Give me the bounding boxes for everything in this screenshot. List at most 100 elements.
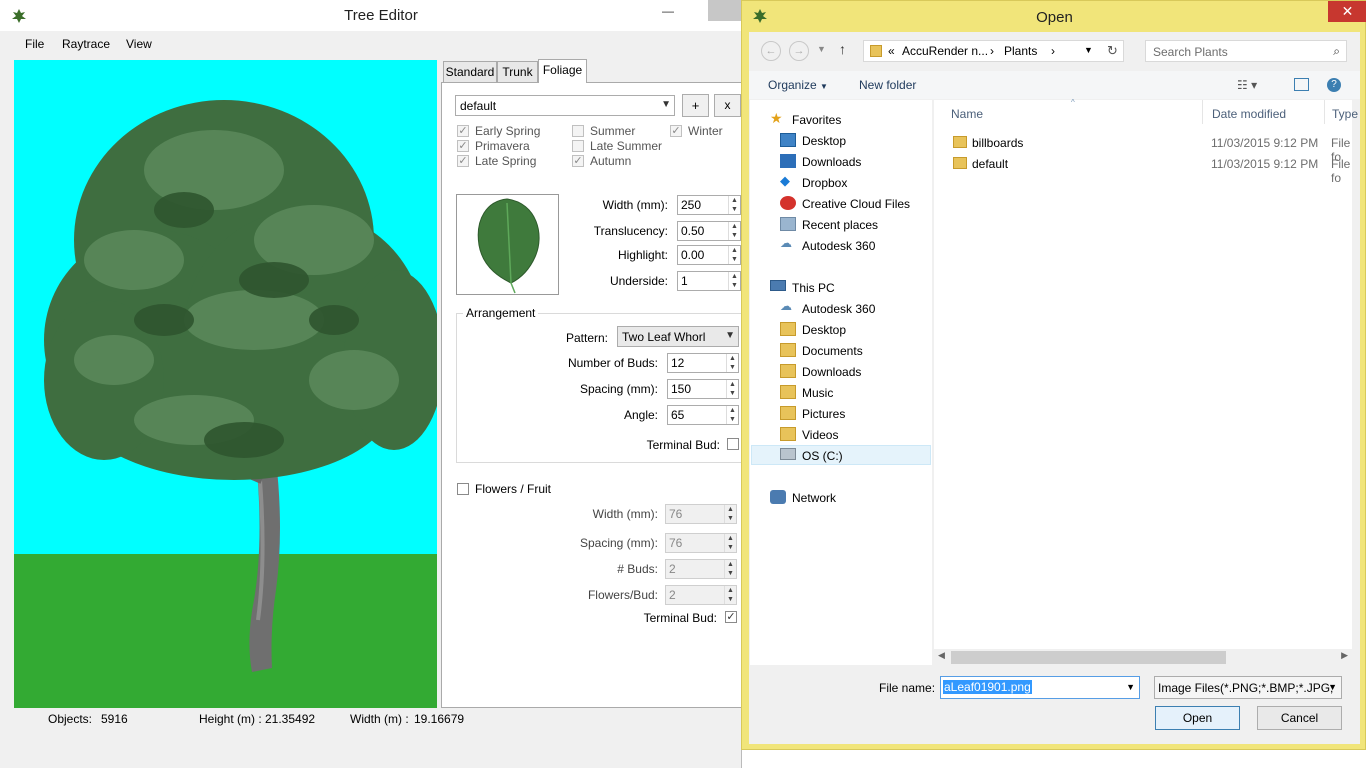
tab-standard[interactable]: Standard [443,61,497,82]
horizontal-scrollbar[interactable]: ◀ ▶ [934,649,1352,666]
tree-preview-viewport[interactable] [14,60,437,708]
buds-stepper[interactable]: 12 ▲ ▼ [667,353,739,373]
file-row[interactable]: default 11/03/2015 9:12 PM File fo [934,154,1352,185]
forward-arrow-icon[interactable]: → [789,41,809,61]
organize-button[interactable]: Organize ▼ [768,78,828,92]
nav-item-downloads-pc[interactable]: Downloads [780,362,930,382]
flower-buds-stepper[interactable]: 2 ▲ ▼ [665,559,737,579]
nav-item-creative-cloud[interactable]: Creative Cloud Files [780,194,930,214]
nav-item-dropbox[interactable]: ◆ Dropbox [780,173,930,193]
nav-item-autodesk-360-pc[interactable]: ☁ Autodesk 360 [780,299,930,319]
breadcrumb-segment[interactable]: Plants [1004,44,1037,58]
tab-trunk[interactable]: Trunk [497,61,538,82]
remove-preset-button[interactable]: x [714,94,741,117]
nav-item-pictures[interactable]: Pictures [780,404,930,424]
pattern-select[interactable]: Two Leaf Whorl ▼ [617,326,739,347]
nav-item-desktop[interactable]: Desktop [780,131,930,151]
season-autumn-checkbox[interactable]: ✓ [572,155,584,167]
add-preset-button[interactable]: + [682,94,709,117]
flower-width-stepper[interactable]: 76 ▲ ▼ [665,504,737,524]
spinner-arrows-icon[interactable]: ▲ ▼ [728,272,740,290]
file-name-field[interactable]: aLeaf01901.png ▼ [940,676,1140,699]
nav-label: Music [802,386,834,400]
column-header-name[interactable]: Name [951,107,983,121]
season-winter-checkbox[interactable]: ✓ [670,125,682,137]
open-button[interactable]: Open [1155,706,1240,730]
nav-this-pc[interactable]: This PC [770,278,930,298]
spacing-stepper[interactable]: 150 ▲ ▼ [667,379,739,399]
highlight-stepper[interactable]: 0.00 ▲ ▼ [677,245,741,265]
file-row[interactable]: billboards 11/03/2015 9:12 PM File fo [934,133,1352,164]
cancel-button[interactable]: Cancel [1257,706,1342,730]
season-early-spring-checkbox[interactable]: ✓ [457,125,469,137]
spinner-arrows-icon[interactable]: ▲ ▼ [724,586,736,604]
spinner-arrows-icon[interactable]: ▲ ▼ [726,354,738,372]
nav-network[interactable]: Network [770,488,930,508]
spacing-value: 150 [671,382,692,396]
chevron-down-icon[interactable]: ▼ [1126,682,1135,692]
up-arrow-icon[interactable]: ↑ [839,41,846,57]
breadcrumb-segment[interactable]: AccuRender n... [902,44,988,58]
recent-locations-chevron-icon[interactable]: ▼ [817,44,826,54]
preview-pane-icon[interactable] [1294,78,1309,91]
foliage-preset-select[interactable]: default ▼ [455,95,675,116]
season-summer-checkbox[interactable] [572,125,584,137]
spinner-arrows-icon[interactable]: ▲ ▼ [728,222,740,240]
flowers-fruit-checkbox[interactable] [457,483,469,495]
column-header-type[interactable]: Type [1332,107,1358,121]
spacing-label: Spacing (mm): [579,382,658,396]
tab-foliage[interactable]: Foliage [538,59,587,83]
menu-file[interactable]: File [25,37,44,51]
nav-item-os-c[interactable]: OS (C:) [751,445,931,465]
view-options-icon[interactable]: ☷ ▾ [1237,78,1257,92]
leaf-width-stepper[interactable]: 250 ▲ ▼ [677,195,741,215]
flower-spacing-stepper[interactable]: 76 ▲ ▼ [665,533,737,553]
column-header-date[interactable]: Date modified [1212,107,1286,121]
scroll-left-icon[interactable]: ◀ [938,650,945,661]
tree-editor-titlebar[interactable]: Tree Editor — [0,0,742,31]
season-late-spring-checkbox[interactable]: ✓ [457,155,469,167]
new-folder-button[interactable]: New folder [859,78,916,92]
chevron-down-icon[interactable]: ▼ [1084,45,1093,55]
angle-stepper[interactable]: 65 ▲ ▼ [667,405,739,425]
nav-item-documents[interactable]: Documents [780,341,930,361]
season-primavera-checkbox[interactable]: ✓ [457,140,469,152]
spinner-arrows-icon[interactable]: ▲ ▼ [724,505,736,523]
scrollbar-thumb[interactable] [951,651,1226,664]
flowers-per-bud-stepper[interactable]: 2 ▲ ▼ [665,585,737,605]
season-late-summer-checkbox[interactable] [572,140,584,152]
nav-item-downloads[interactable]: Downloads [780,152,930,172]
close-icon[interactable]: ✕ [1328,1,1366,22]
nav-item-videos[interactable]: Videos [780,425,930,445]
translucency-value: 0.50 [681,224,705,238]
tree-render [14,100,437,708]
file-type-select[interactable]: Image Files(*.PNG;*.BMP;*.JPG; ▼ [1154,676,1342,699]
spinner-arrows-icon[interactable]: ▲ ▼ [728,246,740,264]
spinner-arrows-icon[interactable]: ▲ ▼ [728,196,740,214]
menu-raytrace[interactable]: Raytrace [62,37,110,51]
back-arrow-icon[interactable]: ← [761,41,781,61]
nav-item-music[interactable]: Music [780,383,930,403]
minimize-button[interactable]: — [658,4,678,20]
spinner-arrows-icon[interactable]: ▲ ▼ [726,406,738,424]
spinner-arrows-icon[interactable]: ▲ ▼ [724,560,736,578]
close-button-inactive[interactable] [708,0,742,21]
nav-favorites[interactable]: ★ Favorites [770,110,930,130]
scroll-right-icon[interactable]: ▶ [1341,650,1348,661]
underside-stepper[interactable]: 1 ▲ ▼ [677,271,741,291]
spinner-arrows-icon[interactable]: ▲ ▼ [726,380,738,398]
translucency-stepper[interactable]: 0.50 ▲ ▼ [677,221,741,241]
search-input[interactable]: Search Plants ⌕ [1145,40,1347,62]
nav-item-recent-places[interactable]: Recent places [780,215,930,235]
nav-item-desktop-pc[interactable]: Desktop [780,320,930,340]
flower-buds-value: 2 [669,562,676,576]
flower-terminal-bud-checkbox[interactable]: ✓ [725,611,737,623]
menu-view[interactable]: View [126,37,152,51]
spinner-arrows-icon[interactable]: ▲ ▼ [724,534,736,552]
leaf-texture-preview[interactable] [456,194,559,295]
address-bar[interactable]: « AccuRender n... › Plants › ▼ ↻ [863,40,1124,62]
help-icon[interactable]: ? [1327,78,1341,92]
nav-item-autodesk-360[interactable]: ☁ Autodesk 360 [780,236,930,256]
refresh-icon[interactable]: ↻ [1107,43,1118,59]
terminal-bud-checkbox[interactable] [727,438,739,450]
